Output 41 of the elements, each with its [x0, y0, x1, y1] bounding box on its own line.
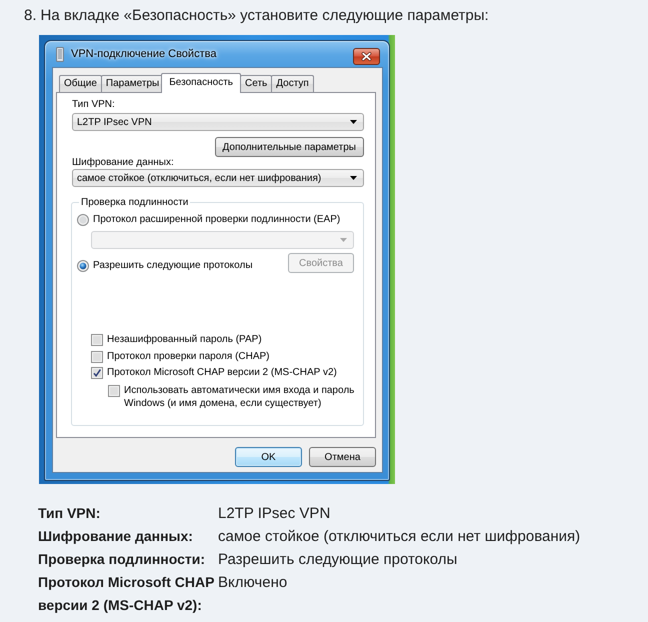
window-title: VPN-подключение Свойства: [71, 48, 216, 60]
checkbox[interactable]: [91, 350, 103, 362]
checkbox[interactable]: [91, 366, 103, 378]
list-number: 8.: [24, 6, 37, 26]
checkbox[interactable]: [108, 384, 120, 396]
group-box-title: Проверка подлинности: [80, 196, 190, 209]
tab[interactable]: Общие: [59, 75, 102, 92]
radio-label: Протокол расширенной проверки подлинности (EAP): [93, 213, 340, 226]
caret-icon: [340, 238, 347, 242]
setting-value: Включено: [218, 573, 288, 593]
checkbox-label: Протокол Microsoft CHAP версии 2 (MS-CHAP v2): [107, 366, 337, 379]
tab[interactable]: Доступ: [271, 75, 314, 92]
radio-button[interactable]: [77, 260, 89, 272]
cancel-button[interactable]: Отмена: [309, 447, 376, 467]
radio-label: Разрешить следующие протоколы: [93, 259, 253, 272]
instruction-text: На вкладке «Безопасность» установите следующие параметры:: [40, 6, 489, 26]
setting-label: Проверка подлинности:: [38, 550, 206, 569]
setting-value: Разрешить следующие протоколы: [218, 550, 458, 570]
close-icon: [361, 52, 372, 61]
setting-label: Тип VPN:: [38, 504, 102, 523]
setting-label: Протокол Microsoft CHAP версии 2 (MS-CHAP v2):: [38, 573, 216, 615]
close-button[interactable]: [353, 48, 380, 65]
dropdown[interactable]: L2TP IPsec VPN: [72, 113, 364, 131]
checkbox-label: Протокол проверки пароля (CHAP): [107, 350, 270, 363]
checkbox-label: Использовать автоматически имя входа и пароль Windows (и имя домена, если существует): [124, 384, 356, 410]
checkbox-label: Незашифрованный пароль (PAP): [107, 333, 262, 346]
caret-icon: [350, 176, 357, 180]
caret-icon: [350, 120, 357, 124]
setting-value: L2TP IPsec VPN: [218, 504, 332, 524]
radio-button[interactable]: [77, 214, 89, 226]
tab[interactable]: Безопасность: [161, 73, 241, 93]
field-label: Тип VPN:: [72, 98, 116, 111]
server-icon: [56, 46, 64, 62]
field-label: Шифрование данных:: [72, 156, 175, 169]
checkbox[interactable]: [91, 334, 103, 346]
setting-label: Шифрование данных:: [38, 527, 194, 546]
advanced-settings-button[interactable]: Дополнительные параметры: [214, 137, 364, 157]
dropdown[interactable]: самое стойкое (отключиться, если нет шифрования): [72, 169, 364, 187]
tab[interactable]: Сеть: [240, 75, 272, 92]
setting-value: самое стойкое (отключиться если нет шифрования): [218, 527, 580, 547]
ok-button[interactable]: OK: [235, 447, 302, 467]
